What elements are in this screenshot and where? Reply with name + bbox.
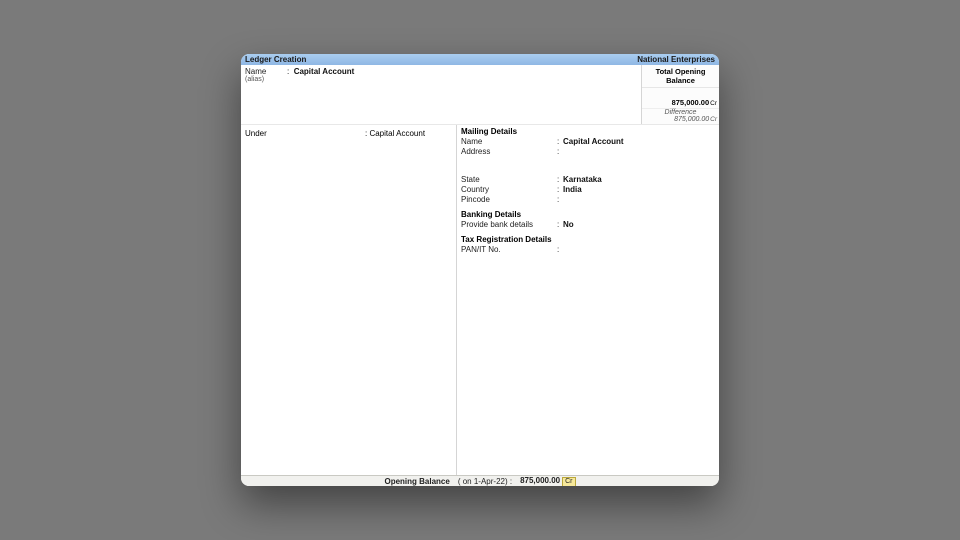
provide-bank-label: Provide bank details (461, 220, 557, 229)
opening-balance-footer-amount: 875,000.00 (520, 476, 560, 485)
banking-section-title: Banking Details (461, 210, 715, 219)
ledger-creation-window: Ledger Creation National Enterprises Nam… (241, 54, 719, 486)
pan-label: PAN/IT No. (461, 245, 557, 254)
titlebar: Ledger Creation National Enterprises (241, 54, 719, 65)
ledger-name-area: Name (alias) : Capital Account (241, 65, 641, 124)
opening-balance-amount: 875,000.00Cr (642, 88, 719, 108)
state-input[interactable]: Karnataka (563, 175, 602, 184)
under-label: Under (245, 129, 365, 138)
difference-label: Difference (642, 108, 719, 116)
difference-value: 875,000.00 (674, 116, 709, 123)
under-value[interactable]: Capital Account (369, 129, 425, 138)
mailing-name-input[interactable]: Capital Account (563, 137, 624, 146)
name-label: Name (245, 67, 281, 76)
footer: Opening Balance ( on 1-Apr-22) : 875,000… (241, 475, 719, 486)
opening-balance-value: 875,000.00 (672, 98, 710, 107)
pincode-label: Pincode (461, 195, 557, 204)
address-label: Address (461, 147, 557, 156)
country-input[interactable]: India (563, 185, 582, 194)
opening-balance-panel: Total Opening Balance 875,000.00Cr Diffe… (641, 65, 719, 124)
opening-balance-footer-drcr[interactable]: Cr (562, 477, 575, 487)
opening-balance-footer-value[interactable]: 875,000.00Cr (520, 476, 575, 487)
opening-balance-header: Total Opening Balance (642, 65, 719, 88)
tax-section-title: Tax Registration Details (461, 235, 715, 244)
company-name: National Enterprises (637, 55, 715, 64)
state-label: State (461, 175, 557, 184)
ledger-name-input[interactable]: Capital Account (294, 67, 355, 76)
header-row: Name (alias) : Capital Account Total Ope… (241, 65, 719, 125)
alias-label: (alias) (245, 76, 281, 83)
mailing-name-label: Name (461, 137, 557, 146)
left-column: Under : Capital Account (241, 125, 457, 475)
opening-balance-footer-label: Opening Balance (384, 477, 449, 486)
difference-amount: 875,000.00Cr (642, 116, 719, 124)
country-label: Country (461, 185, 557, 194)
opening-balance-drcr: Cr (710, 100, 717, 107)
name-colon: : (287, 67, 291, 76)
body: Under : Capital Account Mailing Details … (241, 125, 719, 475)
opening-balance-footer-date: ( on 1-Apr-22) : (458, 477, 512, 486)
right-column: Mailing Details Name : Capital Account A… (457, 125, 719, 475)
window-title: Ledger Creation (245, 55, 306, 64)
mailing-section-title: Mailing Details (461, 127, 715, 136)
difference-drcr: Cr (710, 116, 717, 123)
provide-bank-input[interactable]: No (563, 220, 574, 229)
